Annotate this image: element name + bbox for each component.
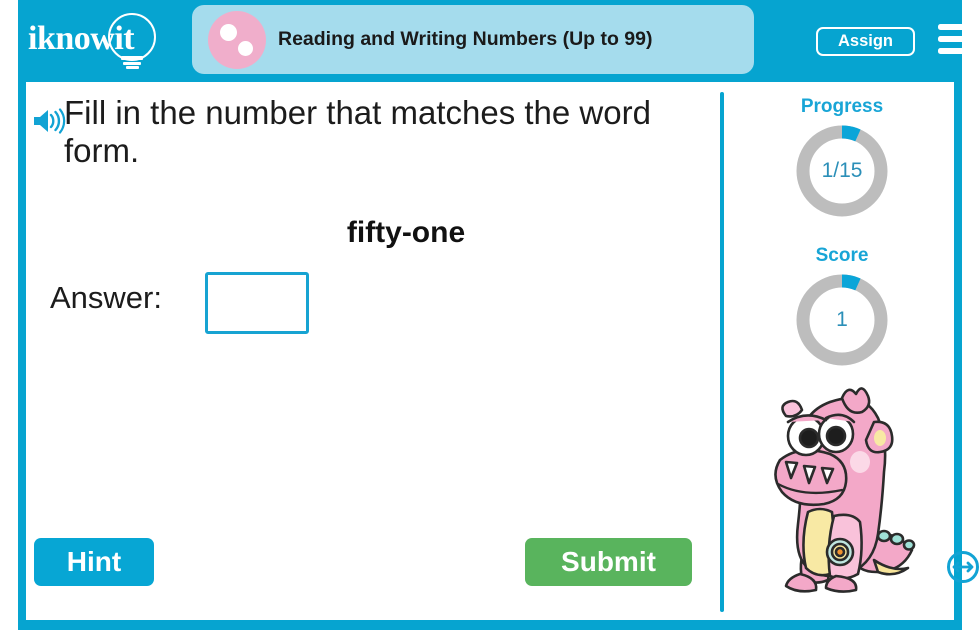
speaker-icon[interactable]	[32, 107, 66, 135]
hamburger-menu-icon[interactable]	[938, 24, 974, 56]
assign-button[interactable]: Assign	[816, 27, 915, 56]
answer-row: Answer:	[50, 264, 390, 336]
word-form-value: fifty-one	[346, 216, 466, 249]
score-label: Score	[815, 245, 869, 266]
content-sidebar-divider	[720, 92, 724, 612]
answer-label: Answer:	[50, 280, 162, 315]
hint-button[interactable]: Hint	[34, 538, 154, 586]
answer-input[interactable]	[205, 272, 309, 334]
progress-ring-wrap: 1/15	[730, 122, 954, 225]
content-card: Fill in the number that matches the word…	[26, 82, 979, 620]
header-bar: iknowit Reading and Writing Numbers (Up …	[18, 0, 974, 78]
progress-value: 1/15	[821, 159, 863, 182]
submit-button[interactable]: Submit	[525, 538, 692, 586]
score-value: 1	[836, 308, 848, 331]
app-root: iknowit Reading and Writing Numbers (Up …	[0, 0, 980, 640]
progress-ring: 1/15	[793, 122, 891, 220]
question-prompt: Fill in the number that matches the word…	[64, 94, 651, 169]
brand-logo[interactable]: iknowit	[24, 12, 174, 70]
lightbulb-icon	[108, 13, 156, 61]
lightbulb-base-icon	[121, 56, 143, 70]
progress-label: Progress	[800, 96, 884, 117]
lesson-title-pill: Reading and Writing Numbers (Up to 99)	[192, 5, 754, 74]
page-title: Reading and Writing Numbers (Up to 99)	[278, 28, 653, 50]
score-ring: 1	[793, 271, 891, 369]
sidebar: Progress 1/15 Score 1	[730, 82, 979, 620]
score-ring-wrap: 1	[730, 271, 954, 374]
pink-circle-dots-icon	[208, 11, 266, 69]
resize-horizontal-icon[interactable]	[946, 550, 980, 584]
pink-monster-mascot	[764, 384, 939, 599]
